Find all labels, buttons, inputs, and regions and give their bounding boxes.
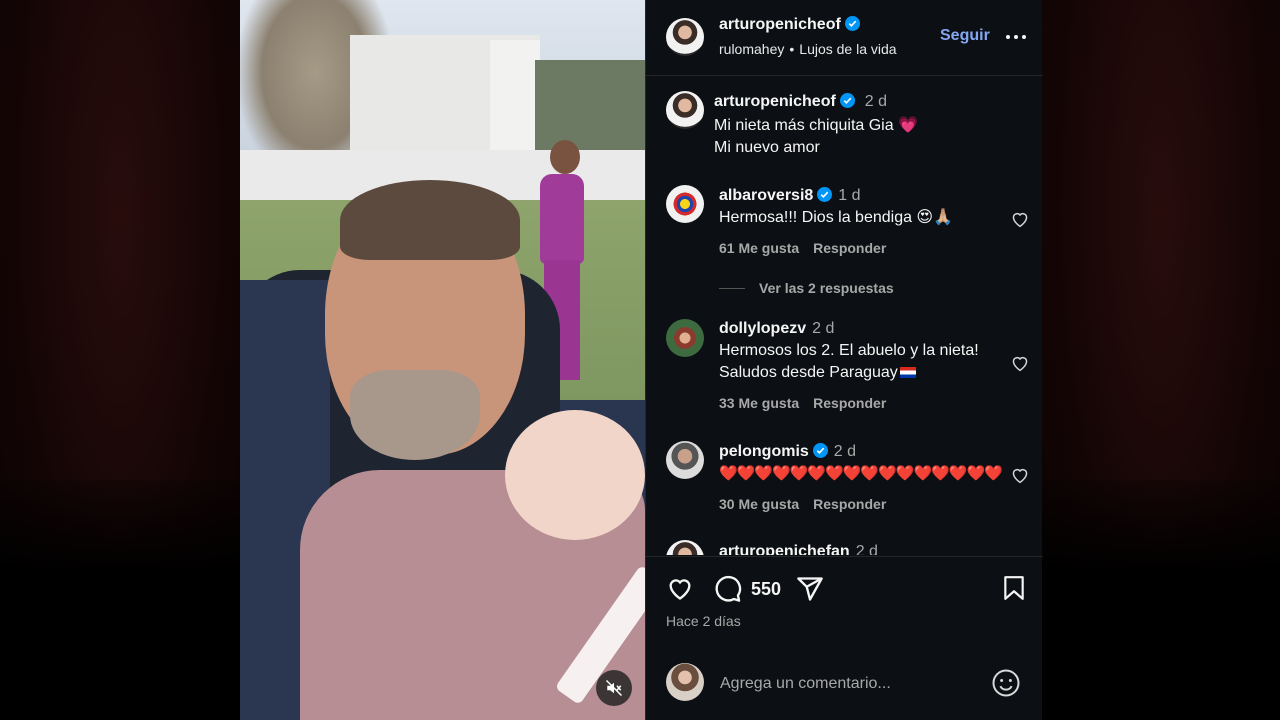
video-man-hair: [340, 180, 520, 260]
like-comment-heart-icon[interactable]: [1010, 466, 1030, 484]
caption-time: 2 d: [864, 93, 888, 110]
verified-badge-icon: [839, 93, 855, 108]
more-options-icon[interactable]: [1006, 26, 1028, 46]
comment-likes[interactable]: 30 Me gusta: [719, 496, 799, 512]
share-paper-plane-icon[interactable]: [796, 575, 824, 603]
video-baby-head: [505, 410, 645, 540]
paraguay-flag-icon: [899, 367, 916, 378]
comment-header: arturopenichefan 2 d: [719, 543, 878, 555]
like-heart-icon[interactable]: [666, 575, 694, 601]
comment-meta: 33 Me gusta Responder: [719, 395, 900, 411]
audio-title: Lujos de la vida: [799, 41, 897, 57]
comment-avatar[interactable]: [666, 441, 704, 479]
reply-button[interactable]: Responder: [813, 395, 886, 411]
comment-avatar[interactable]: [666, 185, 704, 223]
comment-header: dollylopezv 2 d: [719, 320, 834, 338]
caption-avatar[interactable]: [666, 91, 704, 129]
like-comment-heart-icon[interactable]: [1010, 354, 1030, 372]
separator-dot: •: [789, 41, 795, 57]
comment-time: 2 d: [812, 320, 835, 337]
caption-line-2: Mi nuevo amor: [714, 139, 820, 156]
comment-header: albaroversi8 1 d: [719, 187, 861, 205]
author-avatar[interactable]: [666, 18, 704, 56]
comment-username[interactable]: pelongomis: [719, 443, 809, 460]
audio-attribution[interactable]: rulomahey • Lujos de la vida: [719, 41, 897, 57]
post-header: arturopenicheof rulomahey • Lujos de la vi…: [646, 0, 1043, 76]
verified-badge-icon: [844, 16, 860, 31]
emoji-picker-icon[interactable]: [991, 668, 1021, 698]
view-replies-label: Ver las 2 respuestas: [759, 280, 894, 296]
post-timestamp: Hace 2 días: [666, 613, 741, 629]
comment-time: 2 d: [855, 543, 878, 555]
audio-user: rulomahey: [719, 41, 785, 57]
author-username[interactable]: arturopenicheof: [719, 16, 860, 34]
follow-button[interactable]: Seguir: [940, 27, 990, 45]
comment-text-line-2-words: Saludos desde Paraguay: [719, 364, 898, 381]
comment-text-line-1: Hermosos los 2. El abuelo y la nieta!: [719, 342, 979, 359]
reply-button[interactable]: Responder: [813, 240, 886, 256]
comment-meta: 30 Me gusta Responder: [719, 496, 900, 512]
caption-text: Mi nieta más chiquita Gia 💗 Mi nuevo amo…: [714, 115, 918, 159]
save-bookmark-icon[interactable]: [1002, 575, 1026, 601]
verified-badge-icon: [817, 187, 833, 202]
caption-header: arturopenicheof 2 d: [714, 93, 887, 111]
comment-meta: 61 Me gusta Responder: [719, 240, 900, 256]
video-man-beard: [350, 370, 480, 460]
comment-avatar[interactable]: [666, 540, 704, 555]
comment-text: Hermosos los 2. El abuelo y la nieta! Sa…: [719, 340, 1009, 384]
post-video[interactable]: [240, 0, 645, 720]
current-user-avatar: [666, 663, 704, 701]
comment-likes[interactable]: 33 Me gusta: [719, 395, 799, 411]
comment-time: 1 d: [838, 187, 861, 204]
comment-composer: [646, 646, 1043, 720]
comment-username[interactable]: albaroversi8: [719, 187, 813, 204]
comments-list[interactable]: arturopenicheof 2 d Mi nieta más chiquita…: [646, 77, 1043, 555]
comment-bubble-icon[interactable]: [714, 575, 742, 603]
caption-username[interactable]: arturopenicheof: [714, 93, 836, 110]
comment-time: 2 d: [833, 443, 857, 460]
comment-count: 550: [751, 579, 782, 599]
view-replies-button[interactable]: Ver las 2 respuestas: [719, 280, 894, 296]
post-side-panel: arturopenicheof rulomahey • Lujos de la vi…: [645, 0, 1043, 720]
mute-button[interactable]: [596, 670, 632, 706]
backdrop-shadow-right: [1042, 480, 1280, 720]
comment-text-line-2: Saludos desde Paraguay: [719, 362, 1009, 384]
comment-username[interactable]: dollylopezv: [719, 320, 806, 337]
muted-speaker-icon: [605, 679, 623, 697]
caption-line-1: Mi nieta más chiquita Gia 💗: [714, 117, 918, 134]
verified-badge-icon: [812, 443, 828, 458]
comment-header: pelongomis 2 d: [719, 443, 856, 461]
comment-text: ❤️❤️❤️❤️❤️❤️❤️❤️❤️❤️❤️❤️❤️❤️❤️❤️: [719, 465, 1003, 482]
add-comment-input[interactable]: [720, 672, 980, 696]
like-comment-heart-icon[interactable]: [1010, 210, 1030, 228]
comment-username[interactable]: arturopenichefan: [719, 543, 850, 555]
comment-text: Hermosa!!! Dios la bendiga 😍🙏🏼: [719, 209, 954, 226]
comment-likes[interactable]: 61 Me gusta: [719, 240, 799, 256]
post-actions: 550 Hace 2 días: [646, 556, 1043, 646]
backdrop-shadow-left: [0, 480, 240, 720]
replies-divider: [719, 288, 745, 289]
comment-avatar[interactable]: [666, 319, 704, 357]
reply-button[interactable]: Responder: [813, 496, 886, 512]
